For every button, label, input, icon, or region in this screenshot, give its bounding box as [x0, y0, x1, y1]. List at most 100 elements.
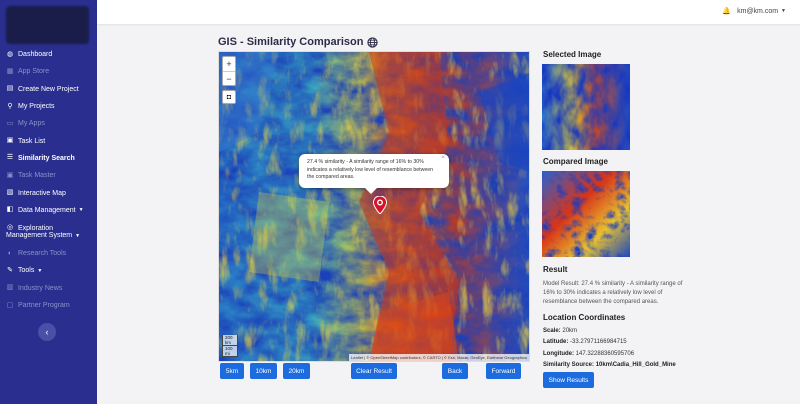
page-title-text: GIS - Similarity Comparison: [218, 36, 364, 48]
sidebar-item-dashboard[interactable]: ◍ Dashboard: [0, 46, 97, 63]
result-text: Model Result: 27.4 % similarity - A simi…: [543, 281, 683, 305]
sidebar-item-industry-news[interactable]: ▥ Industry News: [0, 280, 97, 297]
sidebar-item-row: ⚲ My Projects: [6, 102, 55, 111]
longitude-value: 147.32288360595706: [575, 351, 635, 357]
sidebar-item-row: ▤ Create New Project: [6, 85, 79, 93]
forward-button[interactable]: Forward: [486, 363, 521, 379]
sidebar-item-row: ◍ Dashboard: [6, 51, 52, 59]
sidebar-item-label: My Apps: [18, 120, 45, 128]
sidebar-item-label: Management System: [6, 232, 73, 240]
sidebar-item-row: ▦ App Store: [6, 68, 49, 76]
exploration-icon: ◎: [6, 224, 14, 232]
back-button[interactable]: Back: [442, 363, 468, 379]
sidebar-item-task-list[interactable]: ▣ Task List: [0, 132, 97, 149]
5km-button[interactable]: 5km: [220, 363, 244, 379]
sidebar-item-row: ▣ Task Master: [6, 172, 56, 180]
sidebar-item-similarity-search[interactable]: ☰ Similarity Search: [0, 150, 97, 167]
sidebar-item-row: ▢ Partner Program: [6, 302, 70, 310]
zoom-out-button[interactable]: −: [223, 71, 235, 85]
latitude-row: Latitude: -33.27971166984715: [543, 339, 627, 345]
sidebar-item-task-master[interactable]: ▣ Task Master: [0, 167, 97, 184]
sidebar-item-label: Tools: [18, 267, 35, 275]
location-coordinates-title: Location Coordinates: [543, 313, 626, 322]
bell-icon[interactable]: 🔔: [722, 7, 731, 15]
map-attribution[interactable]: Leaflet | © OpenStreetMap contributors, …: [349, 354, 529, 361]
sidebar-item-label: Create New Project: [18, 85, 79, 93]
user-menu[interactable]: 🔔 km@km.com ▼: [722, 7, 786, 16]
clear-result-button[interactable]: Clear Result: [351, 363, 397, 379]
sidebar-item-row: ◎ Exploration: [6, 224, 53, 232]
sidebar-item-row: ✎ Tools ▼: [6, 267, 42, 275]
dashboard-icon: ◍: [6, 50, 14, 58]
close-icon[interactable]: ×: [441, 155, 445, 163]
zoom-control: + −: [222, 56, 236, 86]
sidebar-collapse-button[interactable]: ‹: [38, 323, 56, 341]
chevron-down-icon: ▼: [78, 207, 84, 214]
sidebar-item-row: ▣ Task List: [6, 137, 46, 145]
chevron-down-icon: ▼: [37, 267, 43, 274]
sidebar-item-row: ◧ Data Management ▼: [6, 206, 84, 214]
sidebar-nav: ◍ Dashboard ▦ App Store ▤ Create New Project ⚲…: [0, 46, 97, 314]
store-icon: ▦: [6, 67, 14, 75]
map-view[interactable]: + − ◘ × 27.4 % similarity - A similarity…: [218, 51, 530, 362]
task-list-icon: ▣: [6, 137, 14, 145]
scale-control: 200 km 100 mi: [222, 335, 238, 357]
sidebar-item-label: Interactive Map: [18, 189, 66, 197]
20km-button[interactable]: 20km: [283, 363, 310, 379]
selected-image: [542, 64, 630, 150]
show-results-button[interactable]: Show Results: [543, 372, 594, 388]
sidebar-item-data-management[interactable]: ◧ Data Management ▼: [0, 202, 97, 219]
apps-icon: ▭: [6, 119, 14, 127]
sidebar-item-label: Task Master: [18, 172, 56, 180]
10km-button[interactable]: 10km: [250, 363, 277, 379]
compared-image: [542, 171, 630, 257]
similarity-source-row: Similarity Source: 10km\Cadia_Hill_Gold_…: [543, 362, 676, 368]
sidebar-item-row: ☰ Similarity Search: [6, 154, 75, 162]
longitude-row: Longitude: 147.32288360595706: [543, 351, 634, 357]
sidebar-item-exploration[interactable]: ◎ Exploration Management System ▼: [0, 219, 97, 245]
scale-mi: 100 mi: [222, 346, 238, 357]
sidebar-item-label: Dashboard: [18, 51, 53, 59]
database-icon: ◧: [6, 206, 14, 214]
selected-image-title: Selected Image: [543, 50, 602, 59]
chevron-down-icon: ▼: [781, 8, 786, 14]
map-icon: ▧: [6, 189, 14, 197]
partner-icon: ▢: [6, 301, 14, 309]
sidebar-item-row: ▧ Interactive Map: [6, 189, 66, 197]
sidebar-item-create-new-project[interactable]: ▤ Create New Project: [0, 81, 97, 98]
sidebar-item-my-projects[interactable]: ⚲ My Projects: [0, 98, 97, 115]
page-title: GIS - Similarity Comparison: [218, 36, 379, 48]
sidebar-item-research-tools[interactable]: ◐ Research Tools: [0, 245, 97, 262]
sidebar-item-label: Similarity Search: [18, 154, 75, 162]
sidebar-item-my-apps[interactable]: ▭ My Apps: [0, 115, 97, 132]
scale-label: Scale:: [543, 328, 561, 334]
top-bar: 🔔 km@km.com ▼: [97, 0, 800, 24]
longitude-label: Longitude:: [543, 351, 574, 357]
sidebar-item-row: ▭ My Apps: [6, 120, 45, 128]
sidebar: ◍ Dashboard ▦ App Store ▤ Create New Project ⚲…: [0, 0, 97, 404]
projects-icon: ⚲: [7, 102, 13, 110]
similarity-source-label: Similarity Source:: [543, 362, 595, 368]
tools-icon: ✎: [7, 266, 13, 274]
sidebar-item-partner-program[interactable]: ▢ Partner Program: [0, 297, 97, 314]
sidebar-item-label: Research Tools: [18, 250, 67, 258]
zoom-in-button[interactable]: +: [223, 57, 235, 71]
chevron-down-icon: ▼: [75, 232, 81, 239]
similarity-search-icon: ☰: [6, 154, 14, 162]
layers-icon[interactable]: ◘: [222, 90, 236, 104]
create-project-icon: ▤: [6, 85, 14, 93]
sidebar-item-row: Management System ▼: [6, 232, 80, 239]
popup-text: 27.4 % similarity - A similarity range o…: [307, 159, 434, 180]
similarity-popup: × 27.4 % similarity - A similarity range…: [299, 154, 449, 193]
sidebar-item-app-store[interactable]: ▦ App Store: [0, 63, 97, 80]
scale-value: 20km: [562, 328, 578, 334]
map-marker-icon[interactable]: [373, 196, 387, 214]
scale-row: Scale: 20km: [543, 328, 577, 334]
result-title: Result: [543, 265, 568, 274]
sidebar-item-tools[interactable]: ✎ Tools ▼: [0, 262, 97, 279]
sidebar-item-label: Partner Program: [18, 302, 70, 309]
sidebar-item-interactive-map[interactable]: ▧ Interactive Map: [0, 184, 97, 201]
sidebar-item-label: Data Management: [18, 206, 76, 214]
sidebar-item-label: My Projects: [18, 103, 55, 111]
task-master-icon: ▣: [6, 171, 14, 179]
